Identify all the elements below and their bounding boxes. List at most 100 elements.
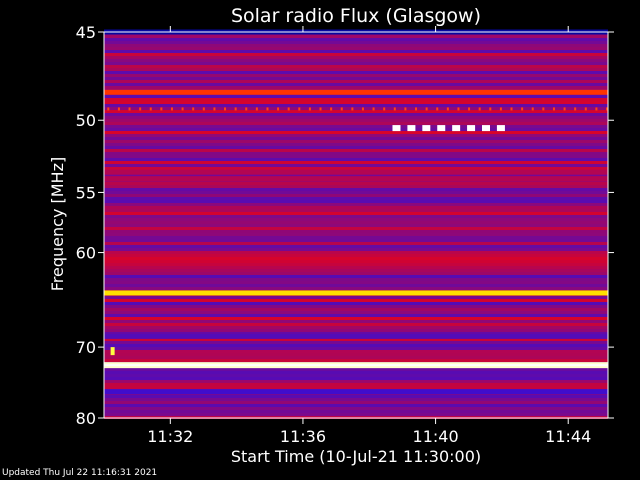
interference-dot [531, 107, 534, 111]
interference-dot [361, 107, 364, 111]
noise-row [104, 269, 608, 272]
noise-row [104, 83, 608, 86]
noise-row [104, 77, 608, 80]
noise-row [104, 371, 608, 374]
interference-dot [351, 107, 354, 111]
noise-row [104, 185, 608, 188]
interference-dot [160, 107, 163, 111]
band-63.9 [104, 290, 608, 296]
noise-row [104, 167, 608, 170]
noise-row [104, 377, 608, 380]
noise-row [104, 275, 608, 278]
noise-row [104, 323, 608, 326]
band-68.7 [104, 333, 608, 339]
noise-row [104, 374, 608, 377]
interference-dot [139, 107, 142, 111]
noise-row [104, 152, 608, 155]
noise-row [104, 86, 608, 89]
event-segment [482, 125, 490, 132]
noise-row [104, 194, 608, 197]
noise-row [104, 380, 608, 383]
noise-row [104, 260, 608, 263]
noise-row [104, 191, 608, 194]
noise-row [104, 44, 608, 47]
noise-row [104, 62, 608, 65]
noise-row [104, 347, 608, 350]
interference-dot [595, 107, 598, 111]
noise-row [104, 344, 608, 347]
noise-row [104, 305, 608, 308]
noise-row [104, 404, 608, 407]
y-tick-label: 70 [76, 338, 96, 357]
noise-row [104, 161, 608, 164]
noise-row [104, 242, 608, 245]
noise-row [104, 257, 608, 260]
noise-row [104, 308, 608, 311]
interference-dot [149, 107, 152, 111]
interference-dot [457, 107, 460, 111]
interference-dot [446, 107, 449, 111]
noise-row [104, 326, 608, 329]
y-axis-label: Frequency [MHz] [48, 157, 67, 291]
noise-row [104, 236, 608, 239]
interference-dot [393, 107, 396, 111]
y-tick-label: 45 [76, 23, 96, 42]
noise-row [104, 116, 608, 119]
noise-row [104, 245, 608, 248]
event-segment [452, 125, 461, 132]
noise-row [104, 410, 608, 413]
noise-row [104, 314, 608, 317]
band-76 [104, 389, 608, 395]
interference-dot [584, 107, 587, 111]
interference-dot [552, 107, 555, 111]
noise-row [104, 164, 608, 167]
noise-row [104, 341, 608, 344]
interference-dot [563, 107, 566, 111]
x-tick-label: 11:36 [280, 427, 326, 446]
noise-row [104, 263, 608, 266]
noise-row [104, 95, 608, 98]
noise-row [104, 239, 608, 242]
interference-dot [499, 107, 502, 111]
noise-row [104, 227, 608, 230]
spectrogram-chart: Solar radio Flux (Glasgow) 455055607080 … [48, 5, 614, 466]
noise-row [104, 74, 608, 77]
noise-row [104, 122, 608, 125]
noise-row [104, 395, 608, 398]
interference-dot [234, 107, 237, 111]
interference-dot [128, 107, 131, 111]
noise-row [104, 230, 608, 233]
noise-row [104, 41, 608, 44]
noise-row [104, 35, 608, 38]
interference-dot [478, 107, 481, 111]
interference-dot [224, 107, 227, 111]
noise-row [104, 101, 608, 104]
noise-row [104, 266, 608, 269]
noise-row [104, 287, 608, 290]
event-segment [437, 125, 446, 132]
noise-row [104, 134, 608, 137]
x-tick-label: 11:32 [147, 427, 193, 446]
noise-row [104, 140, 608, 143]
noise-row [104, 80, 608, 83]
noise-row [104, 206, 608, 209]
noise-row [104, 53, 608, 56]
interference-dot [255, 107, 258, 111]
noise-row [104, 224, 608, 227]
interference-dot [542, 107, 545, 111]
y-tick-label: 60 [76, 244, 96, 263]
interference-dot [489, 107, 492, 111]
noise-row [104, 131, 608, 134]
interference-dot [521, 107, 524, 111]
noise-row [104, 368, 608, 371]
noise-row [104, 359, 608, 362]
band-53.5 [104, 169, 608, 175]
noise-row [104, 350, 608, 353]
interference-dot [298, 107, 301, 111]
chart-title: Solar radio Flux (Glasgow) [231, 5, 481, 27]
interference-dot [202, 107, 205, 111]
y-tick-label: 80 [76, 409, 96, 428]
interference-dot [181, 107, 184, 111]
event-segment [467, 125, 476, 132]
noise-row [104, 209, 608, 212]
